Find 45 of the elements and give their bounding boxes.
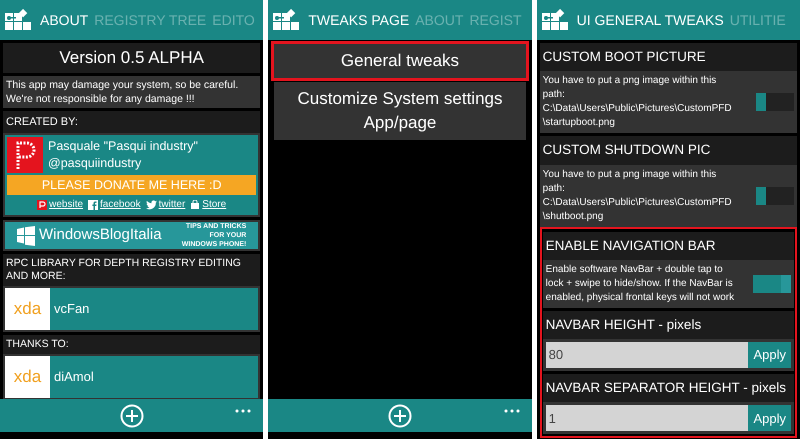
facebook-icon [88,200,98,210]
tab[interactable]: UI GENERAL TWEAKS [576,10,724,30]
toggle-switch[interactable] [752,274,791,293]
setting-title: ENABLE NAVIGATION BAR [542,232,794,260]
setting-title: CUSTOM BOOT PICTURE [540,43,797,72]
author-handle: @pasquiindustry [48,155,142,172]
xda-logo: xda [5,288,50,330]
credit-name: diAmol [54,368,94,386]
toggle-switch[interactable] [756,93,794,112]
website-icon [37,200,48,210]
section-heading: THANKS TO: [3,335,260,354]
author-name: Pasquale "Pasqui industry" [48,138,198,155]
menu-button[interactable]: General tweaks [274,44,526,78]
xda-logo: xda [5,356,50,398]
link[interactable]: facebook [100,197,141,212]
add-icon[interactable] [120,404,144,428]
section-heading: RPC LIBRARY FOR DEPTH REGISTRY EDITING AND MORE: [3,254,260,286]
apply-button[interactable]: Apply [748,342,791,368]
link[interactable]: twitter [158,197,186,212]
number-field[interactable]: 80 [546,342,748,368]
link[interactable]: Store [202,197,226,212]
setting-title: NAVBAR HEIGHT - pixels [542,310,794,339]
profile-picture [7,137,43,173]
setting-title: NAVBAR SEPARATOR HEIGHT - pixels [542,374,794,402]
more-icon[interactable] [235,409,252,413]
more-icon[interactable] [504,409,520,413]
setting-description: Enable software NavBar + double tap to lock + swipe to hide/show. If the NavBar is enabled, physical frontal keys will not work [546,262,736,305]
banner-title: WindowsBlogItalia [39,225,163,246]
setting-description: You have to put a png image within this path: C:\Data\Users\Public\Pictures\CustomPFD \startupboot.png [542,74,733,130]
add-icon[interactable] [388,404,412,428]
setting-title: CUSTOM SHUTDOWN PIC [540,136,797,164]
section-heading: CREATED BY: [3,110,260,133]
twitter-icon [146,200,157,210]
version-label: Version 0.5 ALPHA [3,43,260,72]
apply-button[interactable]: Apply [748,405,791,432]
setting-description: You have to put a png image within this path: C:\Data\Users\Public\Pictures\CustomPFD \shutboot.png [542,168,733,224]
windows-logo-icon [17,226,35,246]
tab[interactable]: TWEAKS PAGE [308,10,410,30]
number-field[interactable]: 1 [546,405,748,432]
credit-name: vcFan [54,300,90,318]
menu-button[interactable]: Customize System settings App/page [274,82,526,140]
toggle-switch[interactable] [756,186,794,204]
tab[interactable]: ABOUT [40,10,88,30]
link[interactable]: website [49,197,84,212]
warning-text: This app may damage your system, so be careful. We're not responsible for any damage !!! [3,76,260,108]
